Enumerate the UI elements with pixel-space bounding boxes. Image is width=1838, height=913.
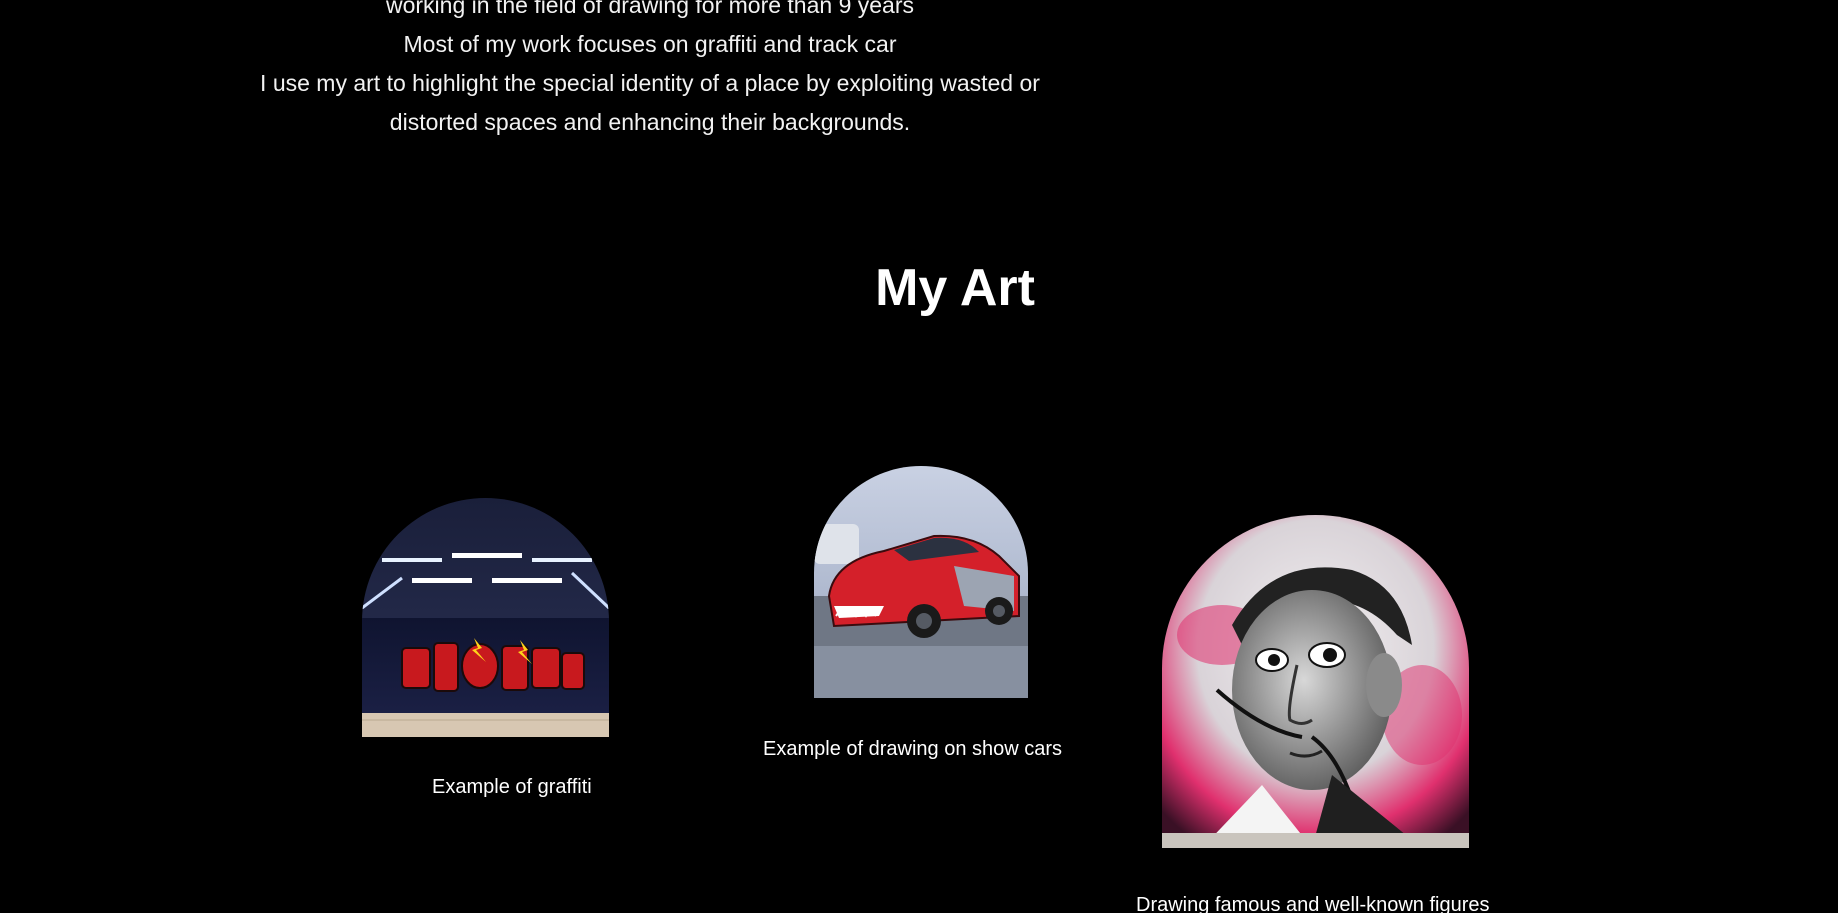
portrait-caption: Drawing famous and well-known figures bbox=[1136, 894, 1490, 913]
intro-line: I use my art to highlight the special id… bbox=[260, 70, 1040, 96]
section-title: My Art bbox=[875, 259, 1035, 317]
portrait-image bbox=[1162, 515, 1469, 848]
intro-line: working in the field of drawing for more… bbox=[386, 0, 914, 18]
intro-line: Most of my work focuses on graffiti and … bbox=[403, 31, 897, 57]
graffiti-image bbox=[362, 498, 609, 737]
show-car-caption: Example of drawing on show cars bbox=[763, 738, 1063, 760]
intro-line: distorted spaces and enhancing their bac… bbox=[389, 109, 911, 135]
show-car-image bbox=[814, 466, 1028, 698]
intro-text: working in the field of drawing for more… bbox=[200, 0, 1100, 142]
page: working in the field of drawing for more… bbox=[0, 0, 1838, 913]
graffiti-caption: Example of graffiti bbox=[432, 776, 592, 798]
